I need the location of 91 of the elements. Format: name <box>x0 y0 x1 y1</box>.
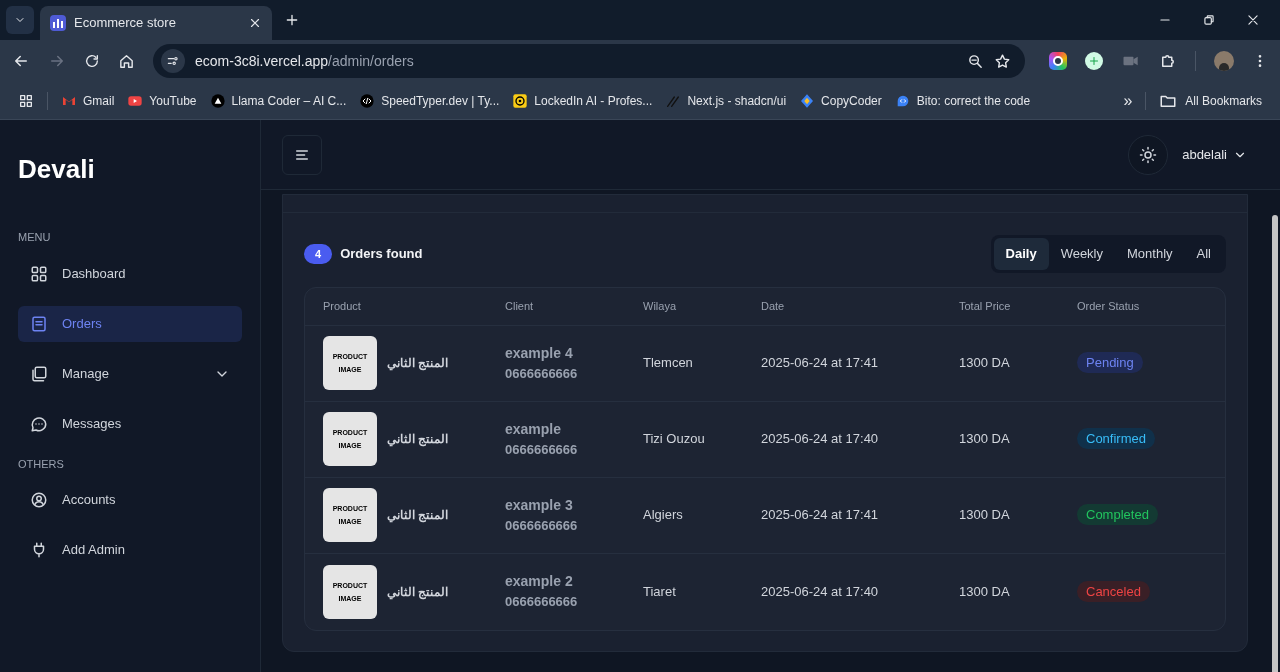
client-name: example 2 <box>505 572 574 592</box>
star-icon[interactable] <box>994 52 1011 70</box>
profile-avatar[interactable] <box>1214 51 1234 71</box>
restore-icon[interactable] <box>1202 13 1216 27</box>
puzzle-icon[interactable] <box>1159 52 1177 70</box>
scrollbar-thumb[interactable] <box>1272 215 1278 672</box>
client-name: example 4 <box>505 343 574 363</box>
sidebar-item[interactable]: Accounts <box>18 482 242 518</box>
colorful-extension-icon[interactable] <box>1049 52 1067 70</box>
tab-title: Ecommerce store <box>74 14 177 33</box>
column-header: Order Status <box>1077 299 1140 312</box>
url-text: ecom-3c8i.vercel.app/admin/orders <box>195 51 415 71</box>
client-phone: 0666666666 <box>505 364 579 383</box>
product-name: المنتج الثاني <box>387 507 449 524</box>
price-cell: 1300 DA <box>959 507 1010 523</box>
section-heading: OTHERS <box>18 456 65 472</box>
bookmark-link[interactable]: Llama Coder – AI C... <box>209 91 347 110</box>
client-phone: 0666666666 <box>505 516 579 535</box>
close-icon[interactable] <box>248 16 262 30</box>
diamond-icon <box>799 92 816 109</box>
period-tab[interactable]: Daily <box>993 238 1049 270</box>
column-header: Client <box>505 299 534 312</box>
column-header: Wilaya <box>643 299 676 312</box>
wilaya-cell: Tiaret <box>643 583 676 599</box>
bookmark-link[interactable]: LockedIn AI - Profes... <box>512 91 653 110</box>
code-icon <box>359 92 376 109</box>
browser-tab[interactable]: Ecommerce store <box>40 6 272 40</box>
bookmark-link[interactable]: SpeedTyper.dev | Ty... <box>359 91 500 110</box>
site-favicon-icon <box>50 15 66 31</box>
bookmark-link[interactable]: Next.js - shadcn/ui <box>665 91 787 110</box>
wilaya-cell: Algiers <box>643 507 683 523</box>
client-phone: 0666666666 <box>505 593 579 612</box>
price-cell: 1300 DA <box>959 355 1010 371</box>
all-bookmarks-button[interactable]: All Bookmarks <box>1159 91 1262 110</box>
sidebar-item[interactable]: Dashboard <box>18 255 242 292</box>
order-count-badge: 4 <box>304 243 333 264</box>
target-icon <box>512 92 529 109</box>
status-badge: Confirmed <box>1077 428 1155 450</box>
sun-icon <box>1139 145 1158 164</box>
bookmark-link[interactable]: YouTube <box>127 91 197 110</box>
sidebar-item[interactable]: Manage <box>18 355 242 392</box>
orders-found-label: Orders found <box>340 245 423 263</box>
sidebar-item[interactable]: Add Admin <box>18 532 242 568</box>
bookmark-link[interactable]: Gmail <box>61 91 115 110</box>
column-header: Date <box>761 299 785 312</box>
new-tab-icon[interactable] <box>284 12 300 28</box>
date-cell: 2025-06-24 at 17:41 <box>761 355 879 371</box>
period-tab[interactable]: All <box>1184 238 1223 270</box>
period-tab[interactable]: Weekly <box>1048 238 1115 270</box>
site-settings-icon[interactable] <box>166 54 180 68</box>
column-header: Product <box>323 299 361 312</box>
date-cell: 2025-06-24 at 17:41 <box>761 507 879 523</box>
date-cell: 2025-06-24 at 17:40 <box>761 583 879 599</box>
client-name: example <box>505 419 563 439</box>
user-circle-icon <box>30 491 48 509</box>
zoom-out-icon[interactable] <box>967 52 984 70</box>
status-badge: Completed <box>1077 504 1158 526</box>
sidebar-item[interactable]: Messages <box>18 405 242 442</box>
plus-icon <box>1088 55 1100 67</box>
chat-bubble-icon <box>30 414 48 433</box>
column-header: Total Price <box>959 299 1011 312</box>
menu-button[interactable] <box>282 134 322 175</box>
status-badge: Pending <box>1077 352 1143 374</box>
product-name: المنتج الثاني <box>387 355 449 372</box>
sidebar-item[interactable]: Orders <box>18 305 242 342</box>
list-icon <box>30 314 48 333</box>
wilaya-cell: Tlemcen <box>643 355 693 371</box>
product-name: المنتج الثاني <box>387 583 449 601</box>
close-icon[interactable] <box>1246 13 1260 27</box>
price-cell: 1300 DA <box>959 583 1010 599</box>
section-heading: MENU <box>18 230 52 245</box>
price-cell: 1300 DA <box>959 431 1010 447</box>
wilaya-cell: Tizi Ouzou <box>643 431 705 447</box>
apps-grid-icon[interactable] <box>18 92 34 109</box>
bookmark-link[interactable]: CopyCoder <box>799 91 882 110</box>
home-icon[interactable] <box>118 52 135 70</box>
bookmarks-overflow-button[interactable]: » <box>1123 88 1133 113</box>
period-tab[interactable]: Monthly <box>1115 238 1185 270</box>
grid-icon <box>30 264 48 283</box>
bookmark-link[interactable]: Bito: correct the code <box>894 91 1031 110</box>
status-badge: Canceled <box>1077 580 1150 602</box>
address-bar[interactable]: ecom-3c8i.vercel.app/admin/orders <box>153 44 1025 78</box>
product-name: المنتج الثاني <box>387 431 449 448</box>
plus-extension-icon[interactable] <box>1085 52 1103 70</box>
user-menu-button[interactable]: abdelali <box>1182 144 1247 165</box>
copy-icon <box>30 364 48 383</box>
client-name: example 3 <box>505 495 574 515</box>
app-logo: Devali <box>18 153 96 186</box>
reload-icon[interactable] <box>84 53 100 69</box>
client-phone: 0666666666 <box>505 440 579 459</box>
date-cell: 2025-06-24 at 17:40 <box>761 431 879 447</box>
